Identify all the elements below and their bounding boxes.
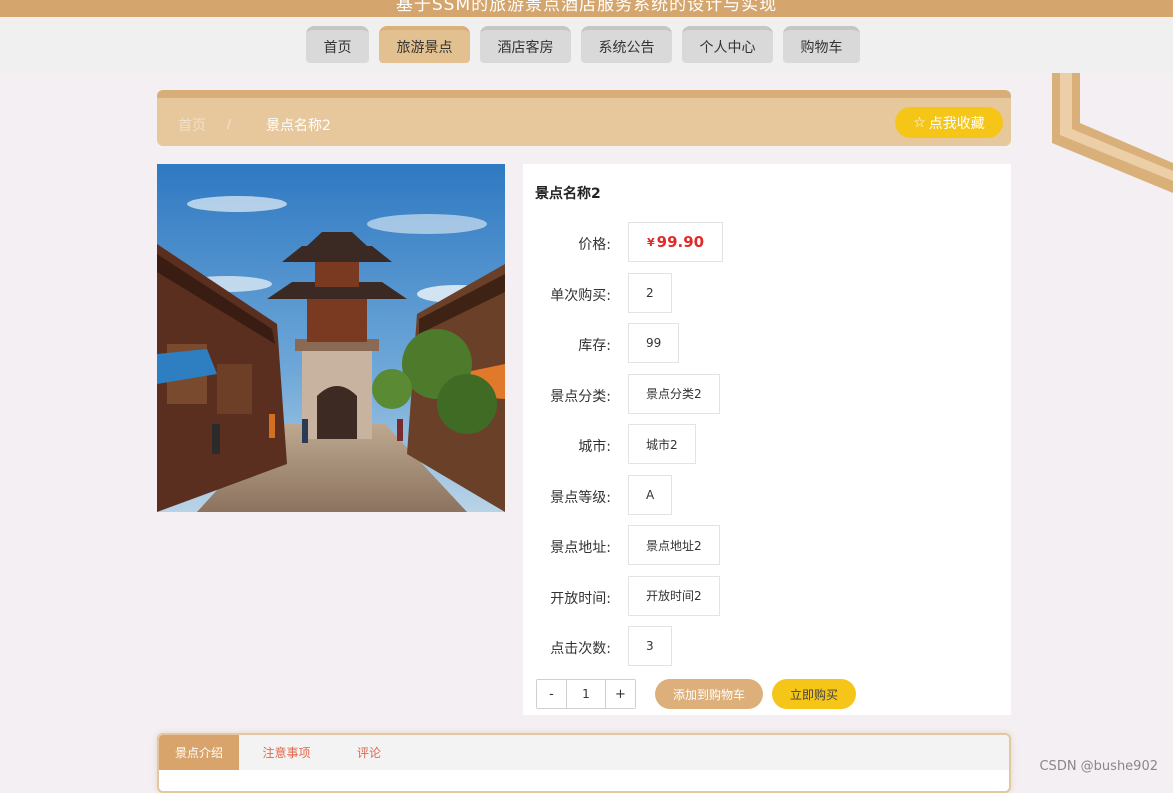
nav-item-hotel[interactable]: 酒店客房 <box>480 26 571 63</box>
buy-now-button[interactable]: 立即购买 <box>772 679 856 709</box>
nav-list: 首页 旅游景点 酒店客房 系统公告 个人中心 购物车 <box>306 26 870 63</box>
price-amount: 99.90 <box>656 233 705 251</box>
breadcrumb-home-link[interactable]: 首页 <box>178 115 206 135</box>
nav-item-profile[interactable]: 个人中心 <box>682 26 773 63</box>
field-label-click-count: 点击次数: <box>550 641 611 657</box>
field-label-level: 景点等级: <box>550 489 611 506</box>
field-value-price: ¥99.90 <box>628 222 724 262</box>
field-label-stock: 库存: <box>578 338 611 354</box>
field-label-open-time: 开放时间: <box>550 590 611 607</box>
tabs-header: 景点介绍 注意事项 评论 <box>159 735 1009 770</box>
breadcrumb-current: 景点名称2 <box>266 118 331 134</box>
favorite-button-label: 点我收藏 <box>928 115 985 132</box>
field-value-click-count: 3 <box>628 626 672 666</box>
top-banner: 基于SSM的旅游景点酒店服务系统的设计与实现 <box>0 0 1173 17</box>
detail-panel: 景点名称2 价格: ¥99.90 单次购买: 2 库存: 99 景点分类: 景点分类2 城市: 城… <box>523 164 1011 715</box>
nav-item-notice[interactable]: 系统公告 <box>581 26 672 63</box>
detail-title: 景点名称2 <box>535 186 601 202</box>
nav-item-cart[interactable]: 购物车 <box>783 26 860 63</box>
field-label-category: 景点分类: <box>550 388 611 405</box>
quantity-stepper: - 1 + <box>536 679 636 709</box>
add-to-cart-button[interactable]: 添加到购物车 <box>655 679 763 709</box>
tab-intro[interactable]: 景点介绍 <box>159 735 239 770</box>
field-value-category: 景点分类2 <box>628 373 720 414</box>
site-title: 基于SSM的旅游景点酒店服务系统的设计与实现 <box>395 0 778 15</box>
watermark: CSDN @bushe902 <box>1039 759 1158 774</box>
nav-item-scenic[interactable]: 旅游景点 <box>379 26 470 63</box>
field-value-city: 城市2 <box>628 424 696 464</box>
breadcrumb-separator: / <box>227 117 232 131</box>
star-icon: ☆ <box>913 114 926 131</box>
field-value-address: 景点地址2 <box>628 525 720 565</box>
favorite-button[interactable]: ☆ 点我收藏 <box>895 107 1003 138</box>
field-value-stock: 99 <box>628 323 680 363</box>
breadcrumb: 首页 / 景点名称2 ☆ 点我收藏 <box>157 90 1011 146</box>
field-label-city: 城市: <box>578 439 611 455</box>
scenic-photo <box>157 164 505 512</box>
quantity-input[interactable]: 1 <box>566 680 606 708</box>
tab-comments[interactable]: 评论 <box>334 735 404 770</box>
field-value-open-time: 开放时间2 <box>628 575 720 616</box>
quantity-minus-button[interactable]: - <box>537 680 566 708</box>
decorative-frame-icon <box>1052 73 1173 193</box>
nav-item-home[interactable]: 首页 <box>306 26 369 63</box>
field-value-per-purchase: 2 <box>628 272 672 313</box>
field-label-per-purchase: 单次购买: <box>550 287 611 304</box>
quantity-plus-button[interactable]: + <box>606 680 635 708</box>
main-nav: 首页 旅游景点 酒店客房 系统公告 个人中心 购物车 <box>0 17 1173 73</box>
currency-symbol: ¥ <box>647 235 655 249</box>
field-label-price: 价格: <box>578 237 611 253</box>
detail-tabs: 景点介绍 注意事项 评论 <box>157 733 1011 793</box>
tab-notes[interactable]: 注意事项 <box>239 735 334 770</box>
field-label-address: 景点地址: <box>550 540 611 556</box>
field-value-level: A <box>628 474 673 515</box>
